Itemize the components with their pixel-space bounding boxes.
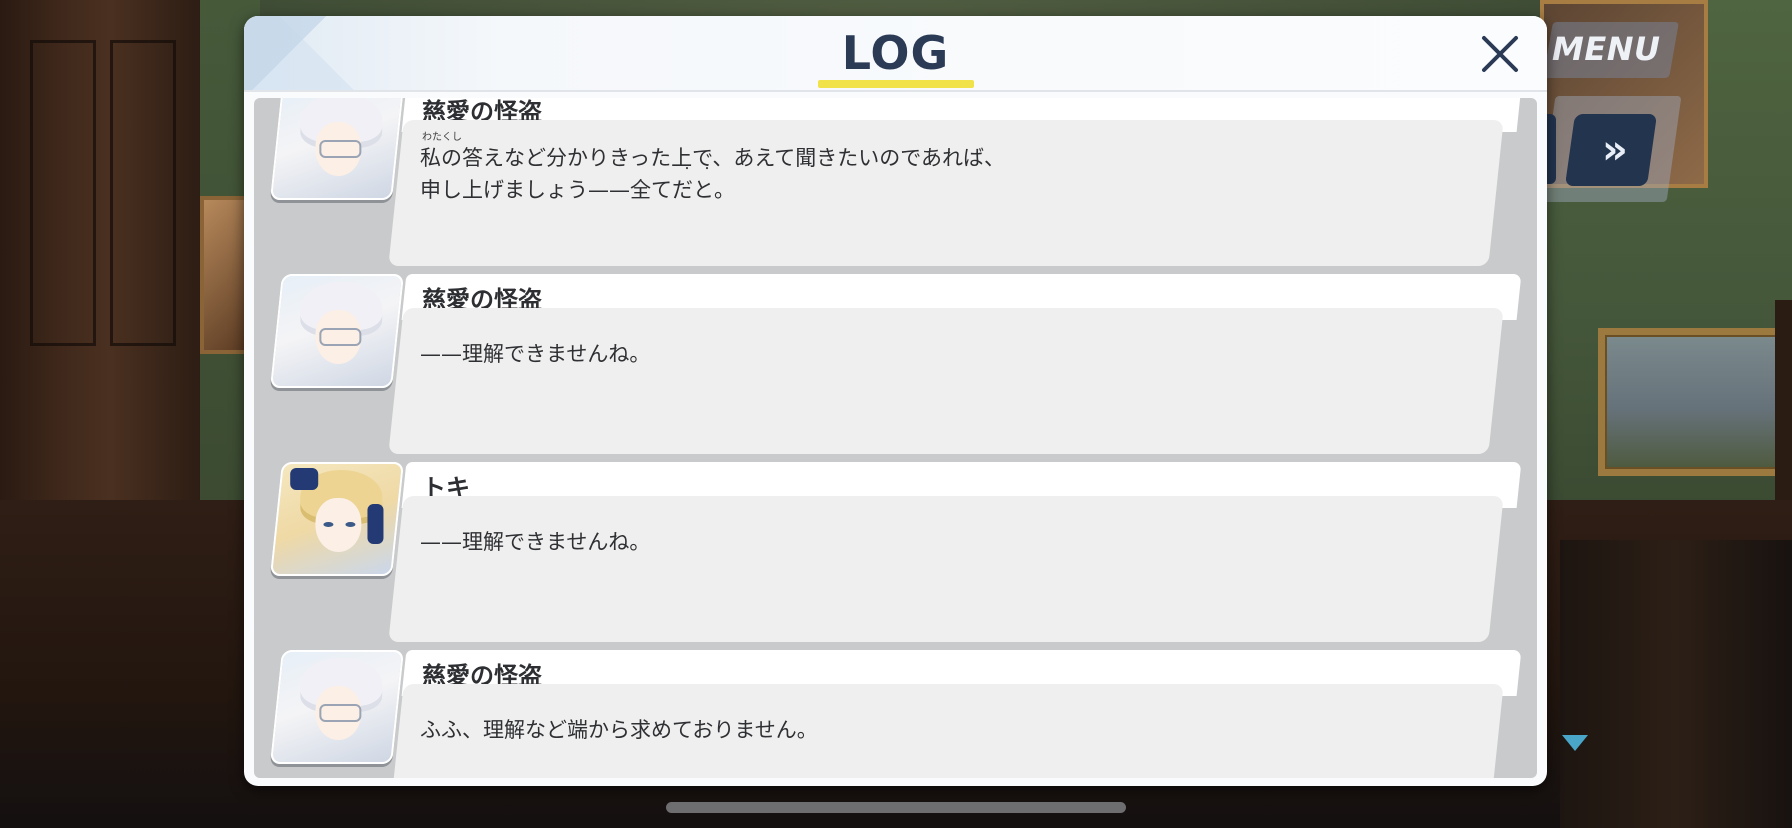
log-list[interactable]: 慈愛の怪盗 わたくし ・・ 私の答えなど分かりきった上で、あえて聞きたいのであれ… (254, 98, 1537, 778)
character-portrait (270, 650, 404, 764)
cathedral-painting (1598, 328, 1792, 476)
log-header: LOG (244, 16, 1547, 92)
chevron-down-icon (1562, 735, 1588, 751)
dialogue-bubble (388, 496, 1504, 642)
page-title: LOG (841, 26, 950, 80)
character-portrait (270, 274, 404, 388)
character-portrait (270, 98, 404, 200)
log-panel: LOG 慈愛の怪盗 わたくし ・・ 私の答えなど分かりきった上で、あえて聞きたい… (244, 16, 1547, 786)
dialogue-line: ——理解できませんね。 (420, 530, 651, 554)
glasses-icon (319, 328, 362, 346)
home-indicator[interactable] (666, 802, 1126, 813)
dialogue-line: 申し上げましょう——全てだと。 (420, 178, 735, 202)
character-portrait (270, 462, 404, 576)
fast-forward-icon: » (1602, 127, 1620, 173)
close-icon (1482, 36, 1518, 72)
log-entry: 慈愛の怪盗 ふふ、理解など端から求めておりません。 (254, 650, 1537, 778)
hair-ribbon (367, 504, 384, 544)
wooden-pillar (1560, 540, 1792, 828)
dialogue-line: ——理解できませんね。 (420, 342, 651, 366)
close-button[interactable] (1472, 26, 1528, 82)
log-entry: 慈愛の怪盗 ——理解できませんね。 (254, 274, 1537, 454)
title-underline (818, 80, 974, 88)
log-entry: 慈愛の怪盗 わたくし ・・ 私の答えなど分かりきった上で、あえて聞きたいのであれ… (254, 98, 1537, 266)
dialogue-bubble (388, 308, 1504, 454)
dialogue-line: 私の答えなど分かりきった上で、あえて聞きたいのであれば、 (420, 146, 1006, 170)
glasses-icon (319, 704, 362, 722)
ruby-annotation: わたくし (422, 132, 462, 143)
dialogue-line: ふふ、理解など端から求めておりません。 (420, 718, 818, 742)
log-entry: トキ ——理解できませんね。 (254, 462, 1537, 642)
fast-forward-button[interactable]: » (1564, 114, 1658, 186)
glasses-icon (319, 140, 362, 158)
menu-label[interactable]: MENU (1552, 30, 1660, 68)
hair-bow (290, 468, 319, 490)
